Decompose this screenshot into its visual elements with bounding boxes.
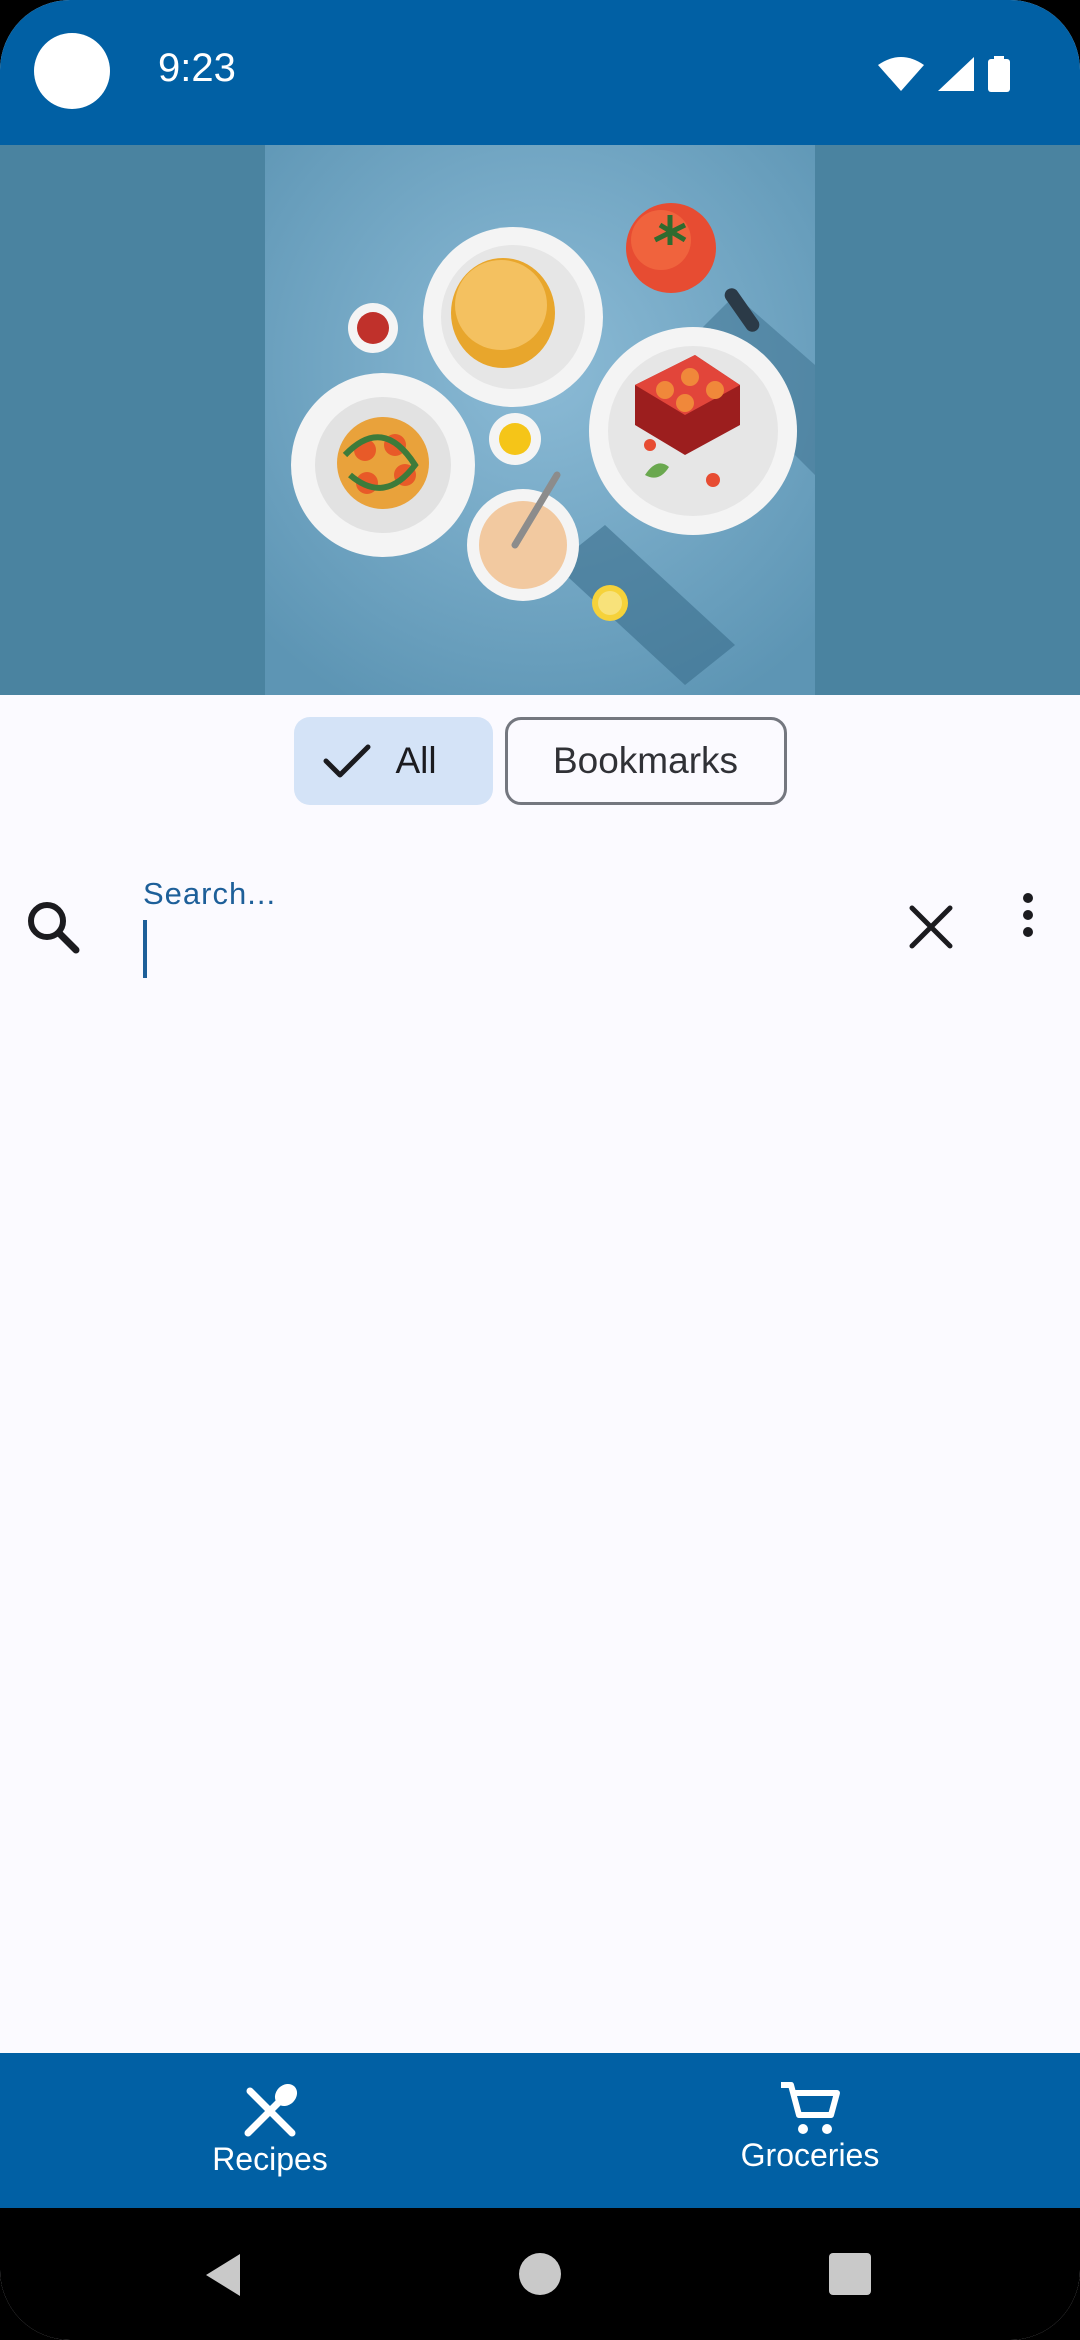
search-bar: Search...: [0, 860, 1080, 1000]
search-input[interactable]: [143, 920, 863, 980]
nav-label-recipes: Recipes: [212, 2141, 328, 2177]
nav-label-groceries: Groceries: [740, 2137, 880, 2173]
nav-item-recipes[interactable]: Recipes: [0, 2053, 540, 2208]
back-button[interactable]: [200, 2250, 250, 2300]
signal-icon: [938, 57, 974, 91]
bottom-navigation: Recipes Groceries: [0, 2053, 1080, 2208]
status-time: 9:23: [158, 46, 236, 90]
app-screen: 9:23 All Bookmarks Search... Recipes Gro…: [0, 0, 1080, 2340]
chip-bookmarks-label: Bookmarks: [552, 740, 739, 781]
home-button[interactable]: [518, 2252, 562, 2296]
more-vert-icon[interactable]: [1008, 888, 1048, 948]
chip-bookmarks[interactable]: Bookmarks: [504, 717, 787, 805]
wifi-icon: [878, 57, 924, 91]
status-bar: 9:23: [0, 0, 1080, 145]
status-icons: [878, 56, 1010, 92]
restaurant-icon: [244, 2083, 298, 2137]
system-navigation-bar: [0, 2208, 1080, 2340]
filter-chips: All Bookmarks: [0, 717, 1080, 805]
search-icon[interactable]: [24, 898, 84, 958]
recents-button[interactable]: [828, 2252, 872, 2296]
cart-icon: [781, 2082, 840, 2134]
check-icon: [323, 744, 370, 778]
chip-all-label: All: [395, 740, 437, 781]
camera-cutout: [34, 33, 110, 109]
hero-banner: [0, 145, 1080, 695]
close-icon[interactable]: [906, 902, 956, 952]
chip-all[interactable]: All: [293, 717, 493, 805]
food-illustration: [265, 145, 815, 695]
battery-icon: [988, 56, 1010, 92]
text-cursor: [143, 920, 147, 978]
search-label: Search...: [143, 876, 277, 911]
nav-item-groceries[interactable]: Groceries: [540, 2053, 1080, 2208]
